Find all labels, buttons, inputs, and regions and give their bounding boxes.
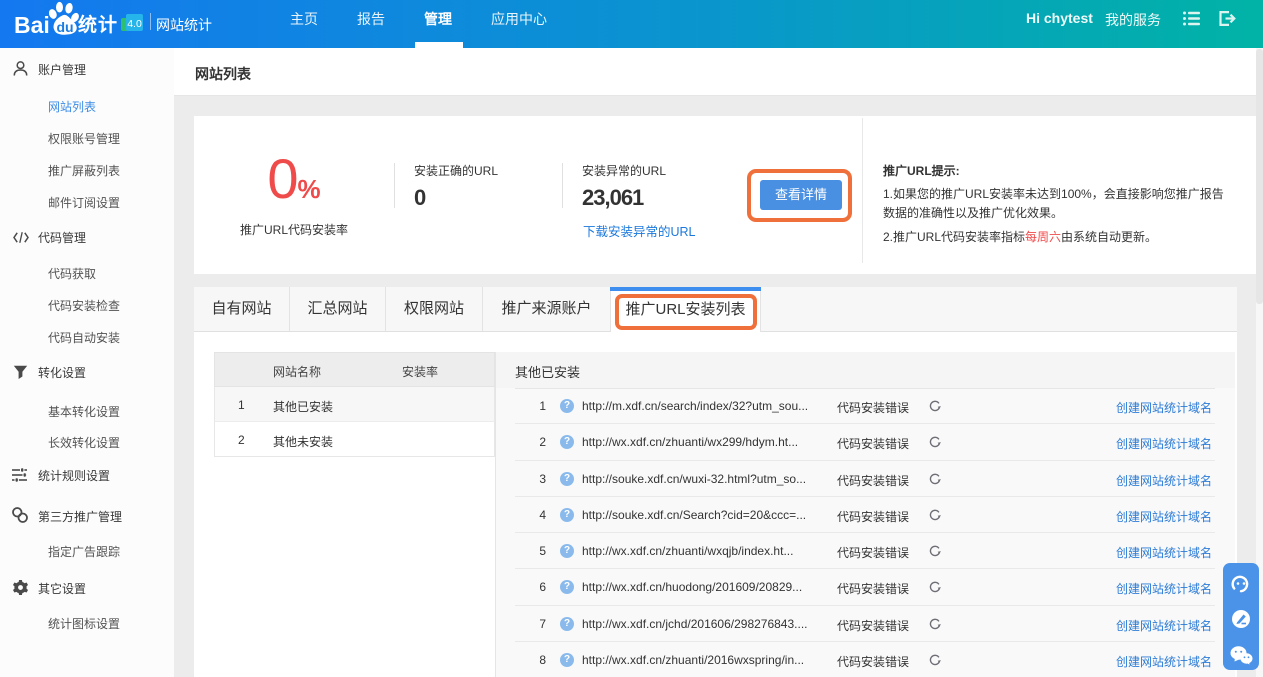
svg-text:du: du [56,19,73,35]
svg-text:4.0: 4.0 [127,18,142,30]
